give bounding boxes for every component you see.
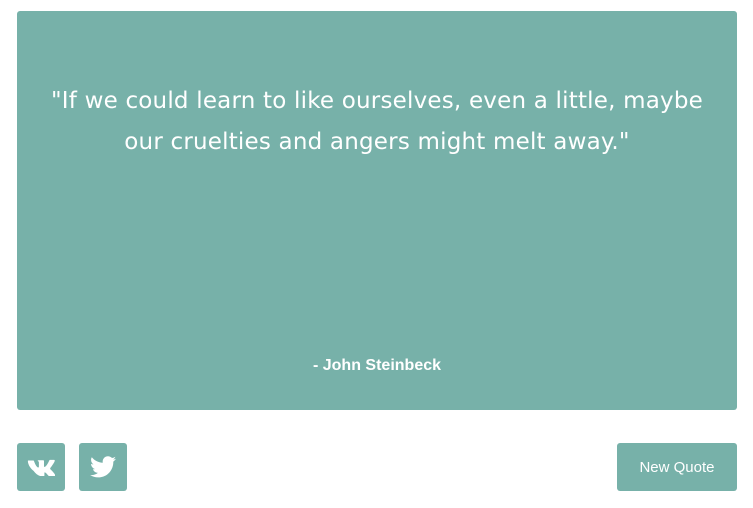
quote-box: "If we could learn to like ourselves, ev… (17, 11, 737, 410)
quote-author: - John Steinbeck (312, 357, 442, 374)
twitter-share-button[interactable] (79, 443, 127, 491)
twitter-icon (90, 456, 116, 478)
vk-icon (27, 459, 55, 476)
new-quote-button[interactable]: New Quote (617, 443, 737, 491)
vk-share-button[interactable] (17, 443, 65, 491)
quote-text: "If we could learn to like ourselves, ev… (51, 88, 703, 155)
